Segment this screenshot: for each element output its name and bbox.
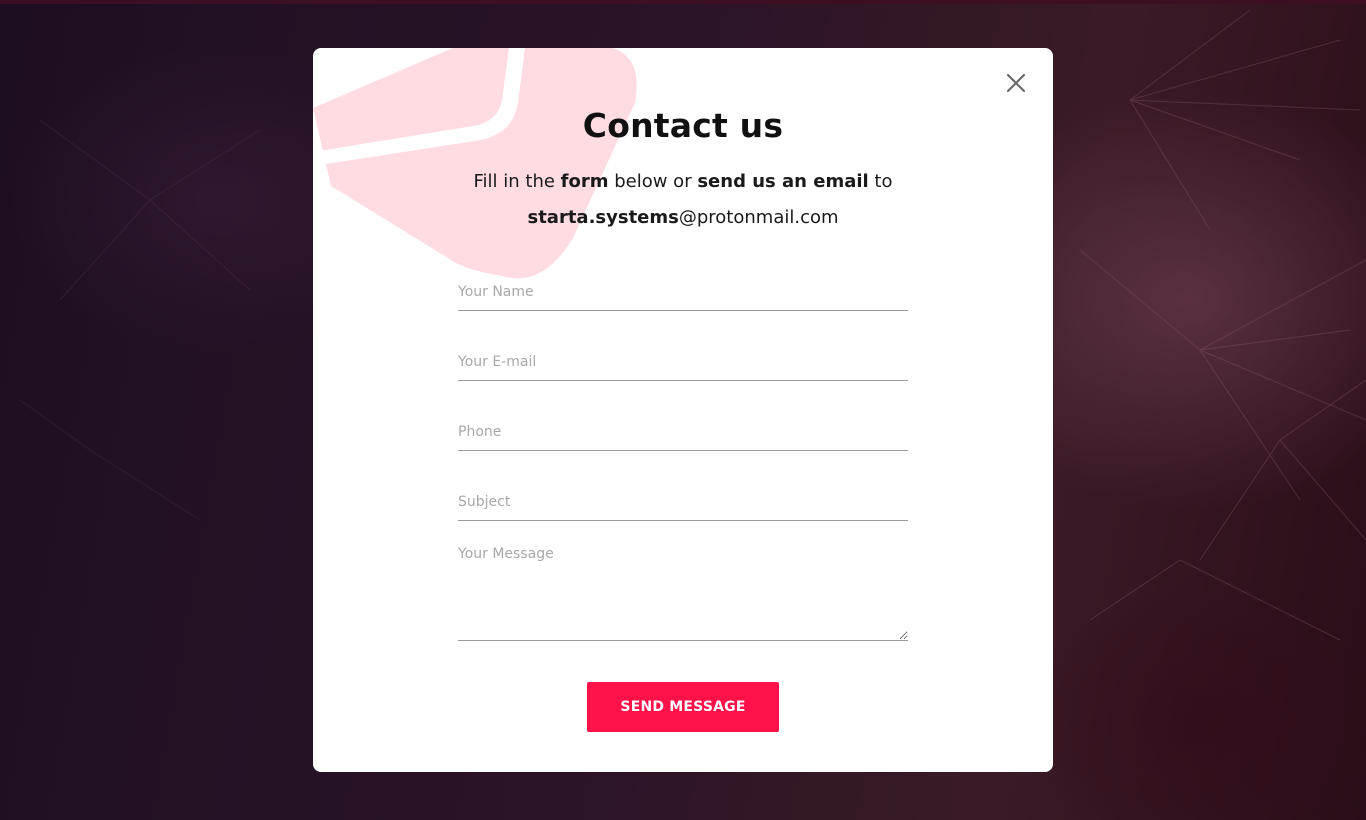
subtitle-text-2: below or	[608, 171, 698, 192]
subtitle-bold-form: form	[560, 171, 609, 192]
subtitle-text-3: to	[868, 171, 893, 192]
email-user: starta.systems	[527, 207, 679, 228]
send-message-button[interactable]: SEND MESSAGE	[587, 682, 779, 732]
subtitle-email-address: starta.systems@protonmail.com	[313, 200, 1053, 236]
subtitle-line-1: Fill in the form below or send us an ema…	[313, 164, 1053, 200]
phone-input[interactable]	[458, 414, 908, 451]
subtitle-text-1: Fill in the	[473, 171, 561, 192]
email-domain: @protonmail.com	[678, 207, 839, 228]
message-textarea[interactable]	[458, 546, 908, 641]
modal-subtitle: Fill in the form below or send us an ema…	[313, 164, 1053, 236]
close-icon[interactable]	[1003, 70, 1029, 96]
contact-modal: Contact us Fill in the form below or sen…	[313, 48, 1053, 772]
subject-input[interactable]	[458, 484, 908, 521]
modal-title: Contact us	[582, 106, 784, 145]
name-input[interactable]	[458, 274, 908, 311]
subtitle-bold-email: send us an email	[697, 171, 869, 192]
email-input[interactable]	[458, 344, 908, 381]
